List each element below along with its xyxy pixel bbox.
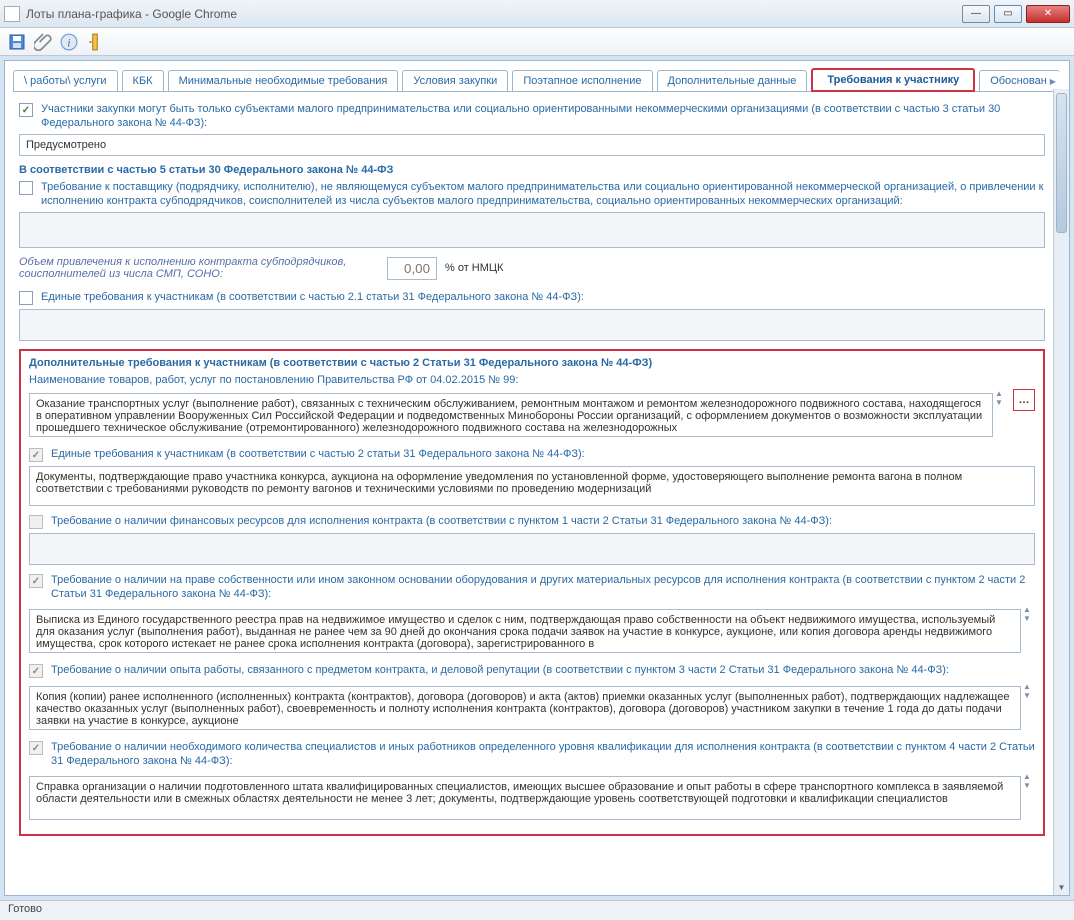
spec-scroll-arrows[interactable]: ▲▼ <box>1023 772 1035 790</box>
naming-scroll-arrows[interactable]: ▲▼ <box>995 389 1007 407</box>
naming-label: Наименование товаров, работ, услуг по по… <box>29 373 1035 387</box>
tab-additional-data[interactable]: Дополнительные данные <box>657 70 808 91</box>
exp-textbox[interactable] <box>29 686 1021 730</box>
supplier-req-label: Требование к поставщику (подрядчику, исп… <box>41 180 1045 208</box>
vertical-scrollbar[interactable]: ▲ ▼ <box>1053 89 1069 895</box>
tab-min-requirements[interactable]: Минимальные необходимые требования <box>168 70 399 91</box>
maximize-button[interactable]: ▭ <box>994 5 1022 23</box>
additional-title: Дополнительные требования к участникам (… <box>29 357 1035 369</box>
window-title: Лоты плана-графика - Google Chrome <box>26 7 237 21</box>
exp-label: Требование о наличии опыта работы, связа… <box>51 663 949 677</box>
fin-label: Требование о наличии финансовых ресурсов… <box>51 514 832 528</box>
smp-only-checkbox[interactable] <box>19 103 33 117</box>
svg-text:i: i <box>67 37 70 49</box>
close-button[interactable]: ✕ <box>1026 5 1070 23</box>
tab-works-services[interactable]: \ работы\ услуги <box>13 70 118 91</box>
own-label: Требование о наличии на праве собственно… <box>51 573 1035 601</box>
own-checkbox <box>29 574 43 588</box>
uniform-req-value[interactable] <box>19 309 1045 341</box>
uniform2-checkbox <box>29 448 43 462</box>
spec-checkbox <box>29 741 43 755</box>
content-area: \ работы\ услуги КБК Минимальные необход… <box>4 60 1070 896</box>
minimize-button[interactable]: — <box>962 5 990 23</box>
tab-participant-requirements[interactable]: Требования к участнику <box>811 68 975 92</box>
tab-staged-execution[interactable]: Поэтапное исполнение <box>512 70 652 91</box>
attach-icon[interactable] <box>34 33 52 51</box>
fin-checkbox <box>29 515 43 529</box>
uniform-req-checkbox[interactable] <box>19 291 33 305</box>
section30-title: В соответствии с частью 5 статьи 30 Феде… <box>19 164 1045 176</box>
tab-kbk[interactable]: КБК <box>122 70 164 91</box>
spec-label: Требование о наличии необходимого количе… <box>51 740 1035 768</box>
scroll-down-arrow[interactable]: ▼ <box>1054 879 1069 895</box>
fin-textbox[interactable] <box>29 533 1035 565</box>
page-body: Участники закупки могут быть только субъ… <box>5 92 1069 895</box>
statusbar: Готово <box>0 900 1074 920</box>
exp-scroll-arrows[interactable]: ▲▼ <box>1023 682 1035 700</box>
smp-only-label: Участники закупки могут быть только субъ… <box>41 102 1045 130</box>
spec-textbox[interactable] <box>29 776 1021 820</box>
info-icon[interactable]: i <box>60 33 78 51</box>
page-icon <box>4 6 20 22</box>
own-textbox[interactable] <box>29 609 1021 653</box>
naming-textbox[interactable] <box>29 393 993 437</box>
tab-purchase-conditions[interactable]: Условия закупки <box>402 70 508 91</box>
supplier-req-value[interactable] <box>19 212 1045 248</box>
titlebar: Лоты плана-графика - Google Chrome — ▭ ✕ <box>0 0 1074 28</box>
smp-only-value[interactable]: Предусмотрено <box>19 134 1045 156</box>
percent-label: Объем привлечения к исполнению контракта… <box>19 256 379 280</box>
percent-suffix: % от НМЦК <box>445 262 503 274</box>
save-icon[interactable] <box>8 33 26 51</box>
exp-checkbox <box>29 664 43 678</box>
status-text: Готово <box>8 903 42 915</box>
additional-requirements-group: Дополнительные требования к участникам (… <box>19 349 1045 836</box>
exit-icon[interactable] <box>86 33 104 51</box>
scroll-thumb[interactable] <box>1056 93 1067 233</box>
window-controls: — ▭ ✕ <box>962 5 1070 23</box>
uniform2-textbox[interactable] <box>29 466 1035 506</box>
tabs-row: \ работы\ услуги КБК Минимальные необход… <box>5 61 1069 91</box>
uniform-req-label: Единые требования к участникам (в соотве… <box>41 290 584 304</box>
supplier-req-checkbox[interactable] <box>19 181 33 195</box>
own-scroll-arrows[interactable]: ▲▼ <box>1023 605 1035 623</box>
uniform2-label: Единые требования к участникам (в соотве… <box>51 447 585 461</box>
toolbar: i <box>0 28 1074 56</box>
percent-input[interactable] <box>387 257 437 280</box>
naming-lookup-button[interactable]: … <box>1013 389 1035 411</box>
tab-justification[interactable]: Обоснован <box>979 70 1060 91</box>
